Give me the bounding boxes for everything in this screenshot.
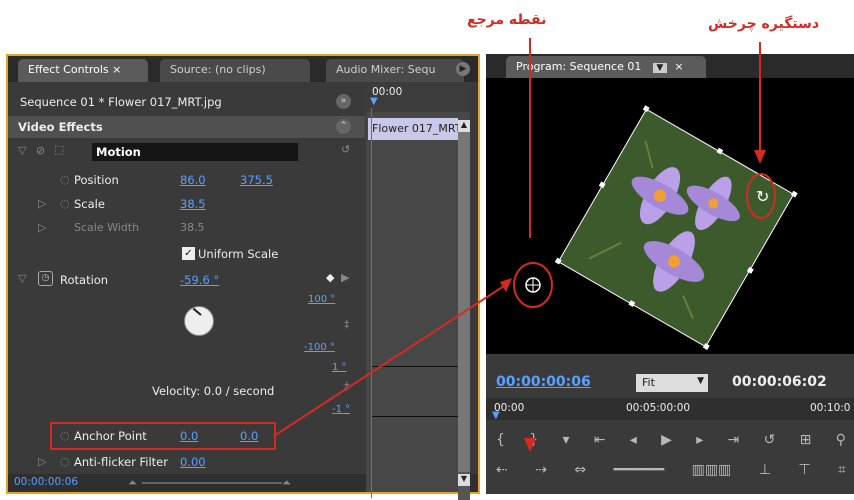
anchor-arrowhead-up <box>524 438 536 452</box>
connector-arrowhead <box>500 278 512 292</box>
rotation-arrowhead <box>754 150 766 164</box>
annotation-arrows <box>273 38 766 452</box>
anchor-point-connector <box>273 281 511 437</box>
